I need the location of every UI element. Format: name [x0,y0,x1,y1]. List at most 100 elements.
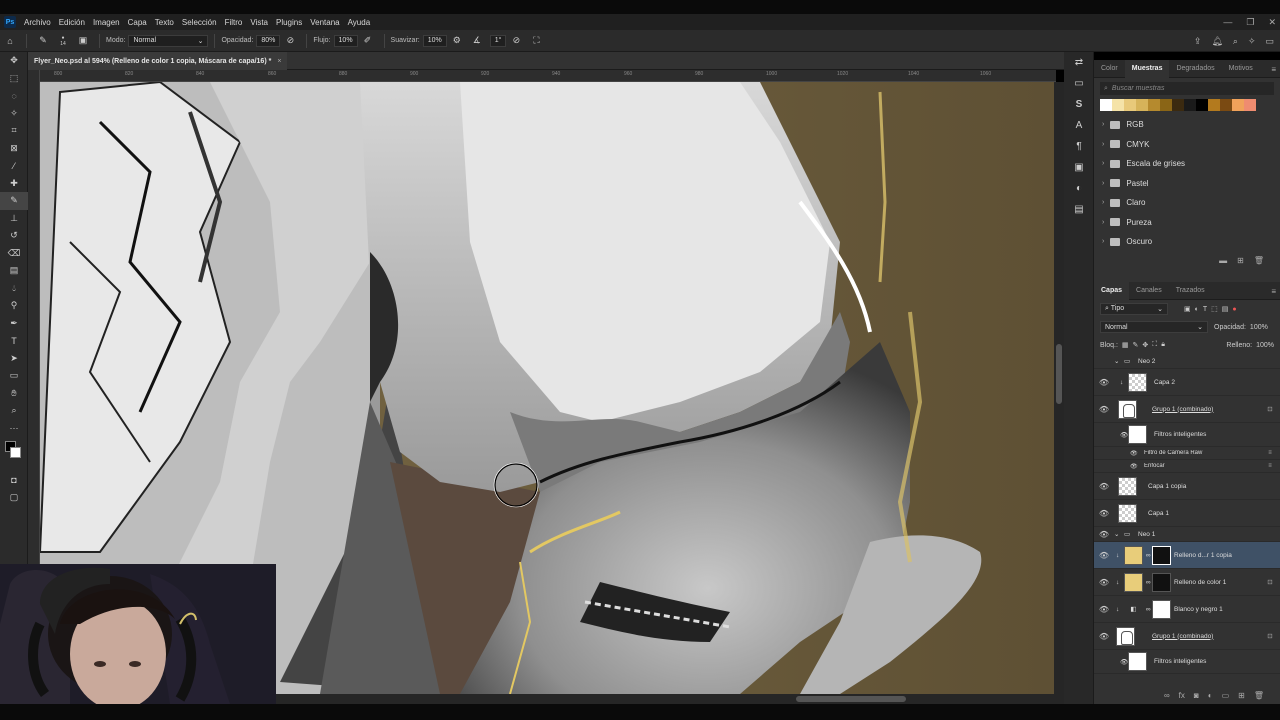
layer-relleno-copia[interactable]: 👁︎ ↓ ∞ Relleno d...r 1 copia [1094,542,1280,569]
brush-tool-icon[interactable]: ✎ [0,192,28,210]
color-swatch[interactable] [1196,99,1208,111]
vertical-scrollbar[interactable] [1054,82,1064,694]
crop-tool-icon[interactable]: ⌗ [0,122,28,140]
eye-icon[interactable]: 👁︎ [1094,509,1114,518]
menu-filtro[interactable]: Filtro [221,18,247,27]
gradient-tool-icon[interactable]: ▤ [0,262,28,280]
tab-patterns[interactable]: Motivos [1222,60,1260,78]
home-icon[interactable]: ⌂ [3,34,17,48]
layer-capa-1[interactable]: 👁︎ Capa 1 [1094,500,1280,527]
character-panel-icon[interactable]: A [1064,115,1094,136]
color-swatch[interactable] [1208,99,1220,111]
layer-grupo-1-combinado[interactable]: 👁︎ Grupo 1 (combinado) ⊡ [1094,396,1280,423]
symmetry-icon[interactable]: ⛶ [529,34,543,48]
eraser-tool-icon[interactable]: ⌫ [0,245,28,263]
menu-seleccion[interactable]: Selección [178,18,221,27]
layer-blanco-y-negro-1[interactable]: 👁︎ ↓ ◧ ∞ Blanco y negro 1 [1094,596,1280,623]
libraries-panel-icon[interactable]: ▣ [1064,157,1094,178]
layer-grupo-1-combinado-2[interactable]: 👁︎ Grupo 1 (combinado) ⊡ [1094,623,1280,650]
restore-icon[interactable]: ❐ [1246,17,1254,28]
mask-thumbnail[interactable] [1152,599,1171,619]
minimize-icon[interactable]: — [1223,17,1232,27]
fx-icon[interactable]: fx [1179,691,1185,700]
eye-icon[interactable]: 👁︎ [1114,431,1128,439]
lock-artboard-icon[interactable]: ⛶ [1152,341,1157,349]
brush-tool-icon[interactable]: ✎ [36,34,50,48]
lasso-tool-icon[interactable]: ◌ [0,87,28,105]
new-group-icon[interactable]: ▬ [1219,256,1227,265]
eye-icon[interactable]: 👁︎ [1094,632,1114,641]
chevron-down-icon[interactable]: ⌄ [1114,530,1124,538]
more-tools-icon[interactable]: ··· [0,420,28,438]
filter-pixel-icon[interactable]: ▣ [1184,305,1191,313]
adjustments-panel-icon[interactable]: ◐ [1064,178,1094,199]
path-select-tool-icon[interactable]: ➤ [0,350,28,368]
delete-icon[interactable]: 🗑︎ [1254,256,1264,265]
color-swatch[interactable] [1112,99,1124,111]
shape-tool-icon[interactable]: ▭ [0,367,28,385]
menu-ventana[interactable]: Ventana [306,18,343,27]
eye-icon[interactable]: 👁︎ [1094,551,1114,560]
quick-mask-icon[interactable]: ◘ [0,471,28,489]
layer-smart-filters[interactable]: 👁︎ Filtros inteligentes [1094,423,1280,447]
filter-options-icon[interactable]: ≡ [1260,450,1280,456]
close-window-icon[interactable]: ✕ [1268,17,1276,28]
tab-swatches[interactable]: Muestras [1124,59,1170,78]
layer-filter-select[interactable]: ⌕ Tipo ⌄ [1100,303,1168,315]
eye-icon[interactable]: 👁︎ [1094,605,1114,614]
eye-icon[interactable]: 👁︎ [1094,530,1114,539]
filter-options-icon[interactable]: ≡ [1260,463,1280,469]
color-swatch[interactable] [1232,99,1244,111]
brush-preset-icon[interactable]: ● 14 [56,34,70,48]
filter-type-icon[interactable]: T [1203,306,1207,313]
swatch-search[interactable]: ⌕ Buscar muestras [1100,82,1274,95]
lock-all-icon[interactable]: 🔒︎ [1161,341,1165,349]
properties-panel-icon[interactable]: ▤ [1064,199,1094,220]
color-swatch[interactable] [1160,99,1172,111]
airbrush-icon[interactable]: ✐ [361,34,375,48]
menu-imagen[interactable]: Imagen [89,18,124,27]
bell-icon[interactable]: 🔔︎ [1211,36,1222,47]
workspace-icon[interactable]: ▭ [1265,36,1274,47]
zoom-tool-icon[interactable]: ⌕ [0,402,28,420]
healing-tool-icon[interactable]: ✚ [0,175,28,193]
swatch-folder-purity[interactable]: › Pureza [1094,213,1280,233]
menu-capa[interactable]: Capa [124,18,151,27]
eye-icon[interactable]: 👁︎ [1094,378,1114,387]
menu-texto[interactable]: Texto [151,18,178,27]
layer-relleno-de-color-1[interactable]: 👁︎ ↓ ∞ Relleno de color 1 ⊡ [1094,569,1280,596]
color-swatch[interactable] [1124,99,1136,111]
share-icon[interactable]: ⇪ [1194,36,1202,47]
close-icon[interactable]: × [277,58,281,65]
styles-panel-icon[interactable]: S [1064,94,1094,115]
filter-shape-icon[interactable]: ⬚ [1211,305,1218,313]
search-icon[interactable]: ⌕ [1233,36,1238,47]
swatch-folder-rgb[interactable]: › RGB [1094,115,1280,135]
new-swatch-icon[interactable]: ⊞ [1237,256,1244,265]
menu-vista[interactable]: Vista [246,18,272,27]
swatch-folder-grayscale[interactable]: › Escala de grises [1094,154,1280,174]
history-brush-tool-icon[interactable]: ↺ [0,227,28,245]
lock-position-icon[interactable]: ✥ [1142,341,1148,349]
color-swatch[interactable] [1172,99,1184,111]
filter-toggle-icon[interactable]: ● [1232,306,1236,313]
paragraph-panel-icon[interactable]: ¶ [1064,136,1094,157]
mode-select[interactable]: Normal ⌄ [128,34,209,47]
history-panel-icon[interactable]: ⇄ [1064,52,1094,73]
document-tab[interactable]: Flyer_Neo.psd al 594% (Relleno de color … [28,52,288,70]
lock-paint-icon[interactable]: ✎ [1133,341,1139,349]
eye-icon[interactable]: 👁︎ [1114,463,1138,470]
link-layers-icon[interactable]: ∞ [1164,691,1170,700]
menu-archivo[interactable]: Archivo [20,18,55,27]
frame-tool-icon[interactable]: ⊠ [0,140,28,158]
opacity-pressure-icon[interactable]: ⊘ [283,34,297,48]
gear-icon[interactable]: ⚙ [450,34,464,48]
smoothing-input[interactable]: 10% [422,34,447,47]
color-swatch[interactable] [1100,99,1112,111]
color-swatch[interactable] [1244,99,1256,111]
panel-menu-icon[interactable]: ≡ [1271,282,1276,300]
search-input[interactable]: Buscar muestras [1112,85,1165,92]
tab-paths[interactable]: Trazados [1169,282,1212,300]
scroll-thumb[interactable] [796,696,906,702]
fill-input[interactable]: 100% [1256,342,1274,349]
